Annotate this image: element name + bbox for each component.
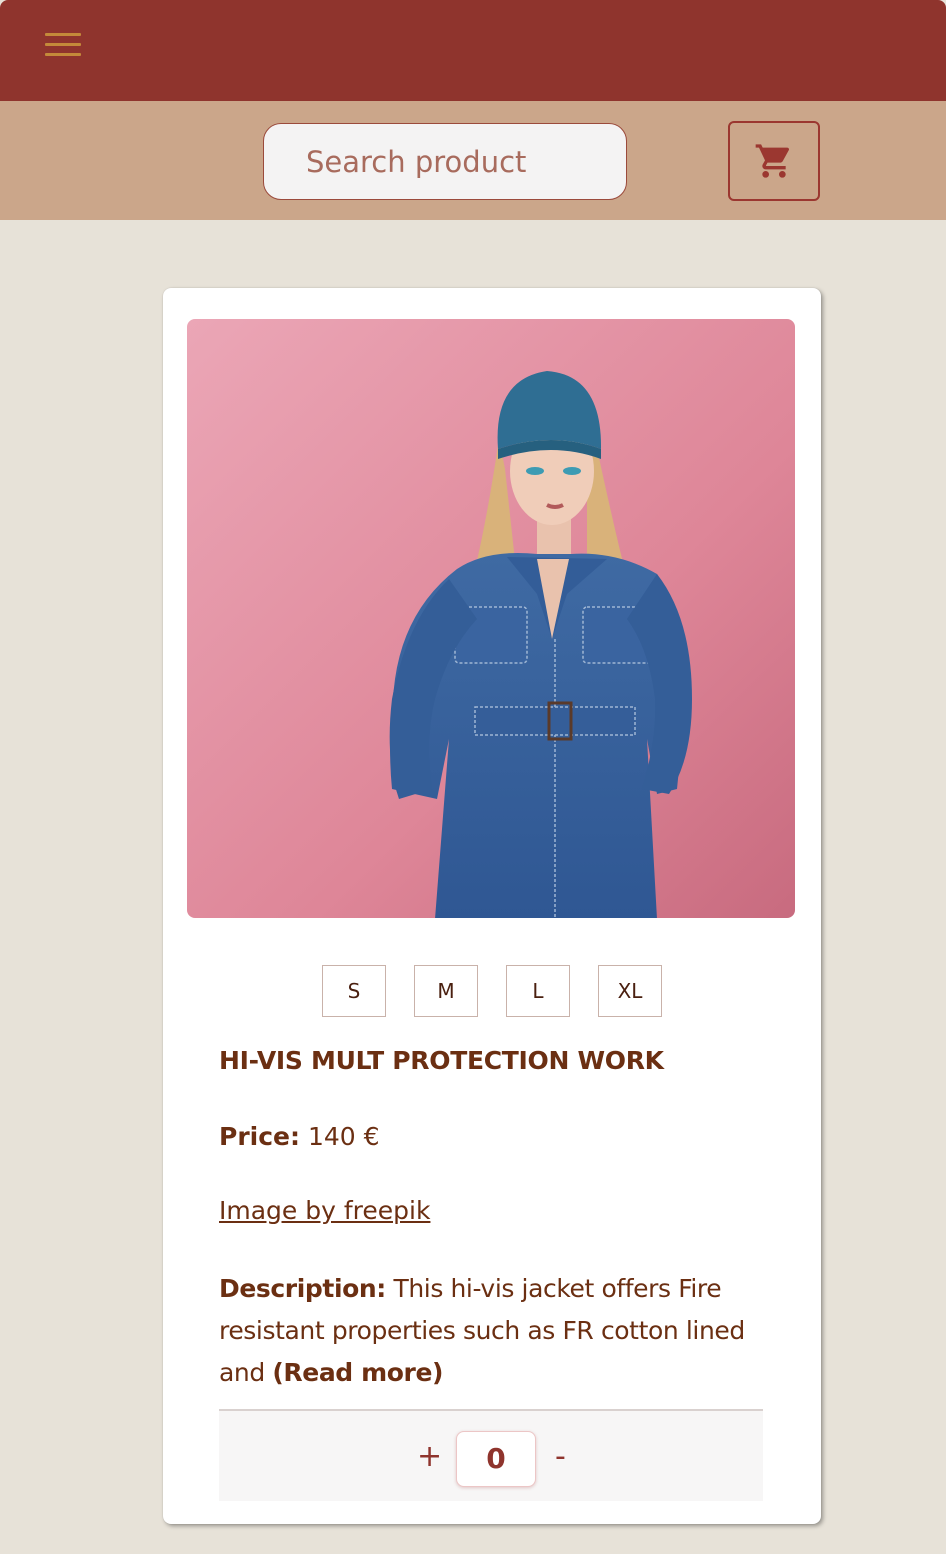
quantity-stepper: + 0 - — [219, 1409, 763, 1501]
increment-button[interactable]: + — [417, 1439, 442, 1474]
image-credit-link[interactable]: Image by freepik — [219, 1196, 430, 1225]
shopping-cart-icon — [755, 144, 790, 178]
search-input[interactable] — [263, 123, 627, 200]
product-title: HI-VIS MULT PROTECTION WORK — [219, 1046, 664, 1075]
description-label: Description: — [219, 1274, 386, 1303]
size-option-l[interactable]: L — [506, 965, 570, 1017]
cart-button[interactable] — [728, 121, 820, 201]
price-label: Price: — [219, 1122, 300, 1151]
product-price: Price: 140 € — [219, 1122, 380, 1151]
read-more-link[interactable]: (Read more) — [272, 1358, 443, 1387]
size-selector: S M L XL — [163, 965, 821, 1017]
product-image — [187, 319, 795, 918]
size-option-s[interactable]: S — [322, 965, 386, 1017]
top-bar — [0, 0, 946, 101]
quantity-value[interactable]: 0 — [456, 1431, 536, 1487]
size-option-m[interactable]: M — [414, 965, 478, 1017]
product-description: Description: This hi-vis jacket offers F… — [219, 1268, 779, 1394]
hamburger-menu-icon[interactable] — [45, 33, 81, 57]
search-bar-area — [0, 101, 946, 220]
product-card: S M L XL HI-VIS MULT PROTECTION WORK Pri… — [163, 288, 821, 1524]
decrement-button[interactable]: - — [555, 1439, 566, 1474]
price-value: 140 € — [307, 1122, 380, 1151]
size-option-xl[interactable]: XL — [598, 965, 662, 1017]
